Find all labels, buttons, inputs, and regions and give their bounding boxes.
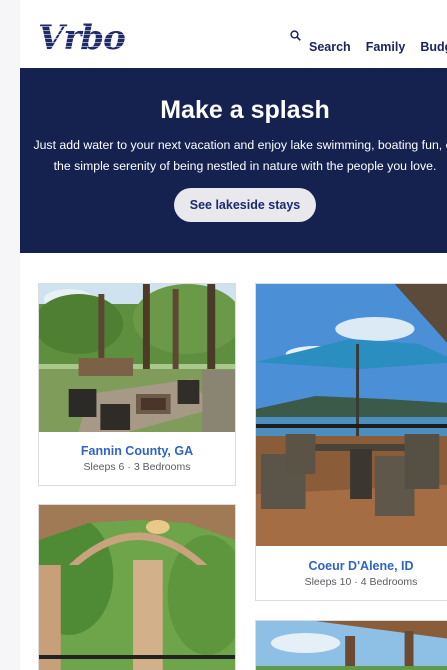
hero-banner: Make a splash Just add water to your nex… [20,68,447,253]
listing-card-porch[interactable] [38,504,236,670]
nav-budget[interactable]: Budget [420,40,447,54]
porch-photo[interactable] [39,505,235,670]
search-icon[interactable] [290,30,301,41]
hero-text-line-2: the simple serenity of being nestled in … [53,159,437,173]
card-details: Sleeps 10 · 4 Bedrooms [256,576,447,588]
hero-title: Make a splash [160,96,330,124]
see-lakeside-stays-button[interactable]: See lakeside stays [174,188,316,222]
sleeps-count: Sleeps 10 [304,576,352,588]
fannin-county-photo[interactable] [39,284,235,432]
bedrooms-count: 4 Bedrooms [360,576,418,588]
sleeps-count: Sleeps 6 [83,461,125,473]
nav-search[interactable]: Search [309,40,351,54]
email-page: Vrbo Search Family Budget Make a splash … [20,0,447,670]
separator-dot: · [127,461,131,473]
deck-photo[interactable] [256,621,447,670]
card-details: Sleeps 6 · 3 Bedrooms [39,461,235,473]
separator-dot: · [354,576,358,588]
card-title[interactable]: Fannin County, GA [39,444,235,458]
listing-card-deck[interactable] [255,620,447,670]
listing-card-coeur-dalene[interactable]: Coeur D'Alene, ID Sleeps 10 · 4 Bedrooms [255,283,447,601]
bedrooms-count: 3 Bedrooms [133,461,191,473]
hero-text-line-1: Just add water to your next vacation and… [33,138,447,152]
header: Vrbo Search Family Budget [20,0,447,68]
vrbo-logo[interactable]: Vrbo [38,18,126,58]
nav-family[interactable]: Family [366,40,406,54]
listing-card-fannin-county[interactable]: Fannin County, GA Sleeps 6 · 3 Bedrooms [38,283,236,486]
hero-text: Just add water to your next vacation and… [20,135,447,177]
coeur-dalene-photo[interactable] [256,284,447,546]
top-nav: Search Family Budget [309,40,447,54]
card-title[interactable]: Coeur D'Alene, ID [256,559,447,573]
